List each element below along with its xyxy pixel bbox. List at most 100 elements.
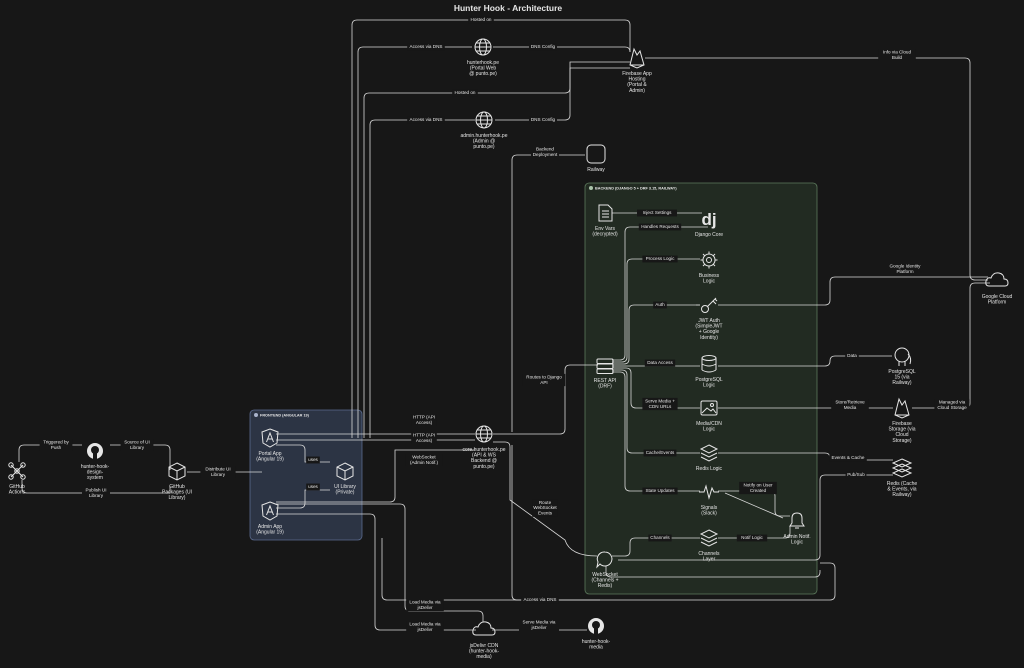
- node-label-line: Logic: [791, 540, 803, 546]
- node-label-line: media): [476, 654, 492, 660]
- edge-label-handles-requests: Handles Requests: [638, 223, 682, 231]
- node-admin-app[interactable]: Admin App(Angular 19): [256, 500, 284, 536]
- node-github-packages[interactable]: GitHubPackages (UILibrary): [162, 460, 192, 501]
- edge-label-line: Hosted on: [471, 17, 492, 22]
- node-label-line: Railway: [587, 167, 605, 173]
- edge-label-access-dns-2: Access via DNS: [407, 116, 445, 124]
- edge-label-routes-django: Routes to DjangoAPI: [522, 373, 566, 387]
- edge-label-load-media-1: Load Media viajsDelivr: [406, 598, 444, 612]
- edge-label-pubsub: Pub/Sub: [845, 471, 867, 479]
- edge-label-line: Library: [130, 445, 145, 450]
- edge-label-line: Deployment: [533, 152, 558, 157]
- node-jsdelivr[interactable]: jsDelivr CDN(hunter-hook-media): [469, 619, 500, 660]
- edge-label-line: Data: [847, 353, 857, 358]
- edge-label-line: Build: [892, 55, 903, 60]
- edge-label-access-dns-ws: Access via DNS: [521, 596, 559, 604]
- edge-label-line: Google Identity: [890, 263, 922, 268]
- edge-label-serve-media-cdn: Serve Media +CDN URLs: [642, 397, 678, 411]
- edge-label-hosted-on-1: Hosted on: [468, 16, 494, 24]
- edge-label-line: Pub/Sub: [847, 472, 865, 477]
- node-label-line: Library): [169, 495, 186, 501]
- node-label-line: @ punto.pe): [469, 71, 497, 77]
- edge-label-dns-config-2: DNS Config: [529, 116, 557, 124]
- edge-label-line: uses: [308, 457, 318, 462]
- node-signals[interactable]: Signals(Slack): [698, 481, 720, 517]
- node-label-line: (decrypted): [592, 232, 618, 238]
- edge-label-http-api-1: HTTP (APIAccess): [411, 413, 437, 427]
- edge-label-serve-jsdelivr: Serve Media viajsDelivr: [519, 618, 559, 632]
- github-icon: [588, 618, 604, 634]
- edge-label-store-retrieve: Store/RetrieveMedia: [831, 398, 869, 412]
- node-label-line: Logic: [703, 383, 715, 389]
- edge-label-line: Media: [844, 405, 857, 410]
- node-github-actions[interactable]: GitHubActions: [6, 460, 28, 496]
- edge-label-events-cache: Events & Cache: [829, 454, 867, 462]
- edge-label-line: Inject Settings: [643, 210, 673, 215]
- node-label-line: Redis): [598, 583, 613, 589]
- edge-label-line: HTTP (API: [413, 432, 435, 437]
- node-label-line: (Slack): [701, 511, 717, 517]
- edge-label-line: DNS Config: [531, 117, 556, 122]
- node-label-line: Railway): [892, 380, 912, 386]
- node-label-line: Storage): [892, 438, 912, 444]
- edge-label-line: Load Media via: [409, 621, 441, 626]
- edge-label-line: Backend: [536, 146, 554, 151]
- edge-label-auth: Auth: [653, 301, 667, 309]
- edge-label-publish-ui: Publish UILibrary: [82, 486, 110, 500]
- node-label-line: Layer: [703, 557, 716, 563]
- edge-label-inject-settings: Inject Settings: [637, 209, 677, 217]
- edge-label-google-identity: Google IdentityPlatform: [885, 262, 925, 276]
- edge-label-hosted-on-2: Hosted on: [452, 89, 478, 97]
- edge-label-line: uses: [308, 484, 318, 489]
- edge-label-cache-events: Cache/Events: [643, 449, 677, 457]
- edge-label-line: Channels: [650, 535, 670, 540]
- edge-label-uses-2: uses: [306, 483, 320, 491]
- django-icon: dj: [701, 210, 716, 229]
- edge-label-line: Serve Media via: [523, 619, 556, 624]
- edge-label-line: Routes to Django: [526, 374, 562, 379]
- node-ui-library[interactable]: UI Library(Private): [334, 460, 356, 496]
- edge-label-line: Data Access: [647, 360, 673, 365]
- edge-label-line: WebSocket: [533, 505, 557, 510]
- edge-label-line: Info via Cloud: [883, 49, 912, 54]
- edge-label-line: State Updates: [645, 488, 675, 493]
- node-redis[interactable]: Redis (Cache& Events, viaRailway): [887, 457, 918, 498]
- edge-label-line: Events & Cache: [832, 455, 865, 460]
- edge-label-triggered-by-push: Triggered byPush: [39, 438, 73, 452]
- edge-label-line: Cache/Events: [646, 450, 675, 455]
- edge-label-source-ui: Source of UILibrary: [120, 438, 154, 452]
- edge-label-line: Notif Logic: [741, 535, 763, 540]
- edge-label-line: Library: [211, 472, 226, 477]
- edge-label-backend-deploy: BackendDeployment: [531, 145, 559, 159]
- edge-label-line: Serve Media +: [645, 398, 675, 403]
- node-websocket[interactable]: WebSocket(Channels +Redis): [591, 548, 619, 589]
- node-env-vars[interactable]: Env Vars(decrypted): [592, 202, 618, 238]
- edge-label-line: Access via DNS: [524, 597, 557, 602]
- node-label-line: Redis Logic: [696, 466, 723, 472]
- node-label-line: Logic: [703, 279, 715, 285]
- node-jwt-auth[interactable]: JWT Auth(SimpleJWT+ GoogleIdentity): [695, 294, 723, 341]
- node-railway[interactable]: Railway: [585, 143, 607, 173]
- edge-label-line: Managed via: [939, 399, 966, 404]
- node-label-line: Railway): [892, 492, 912, 498]
- node-label-line: Admin): [629, 88, 645, 94]
- edge-label-line: DNS Config: [531, 44, 556, 49]
- edge-label-data-access: Data Access: [644, 359, 676, 367]
- node-label-line: (Private): [336, 490, 355, 496]
- edge-label-line: Source of UI: [124, 439, 150, 444]
- edge-label-line: Route: [539, 500, 552, 505]
- node-label-line: (DRF): [598, 384, 612, 390]
- diagram-title: Hunter Hook - Architecture: [454, 3, 563, 13]
- node-redis-logic[interactable]: Redis Logic: [696, 442, 723, 472]
- edge-label-notify-user-created: Notify on UserCreated: [739, 481, 777, 495]
- node-label-line: Platform: [988, 300, 1007, 306]
- edge-label-line: Process Logic: [646, 256, 676, 261]
- edge-label-line: Triggered by: [43, 439, 69, 444]
- edge-label-notif-logic: Notif Logic: [736, 534, 768, 542]
- node-django-core[interactable]: dj Django Core: [695, 208, 723, 238]
- edge-label-line: Access via DNS: [410, 44, 443, 49]
- edge-label-line: HTTP (API: [413, 414, 435, 419]
- edge-label-line: Auth: [655, 302, 665, 307]
- node-label-line: Django Core: [695, 232, 723, 238]
- node-portal-app[interactable]: Portal App(Angular 19): [256, 427, 284, 463]
